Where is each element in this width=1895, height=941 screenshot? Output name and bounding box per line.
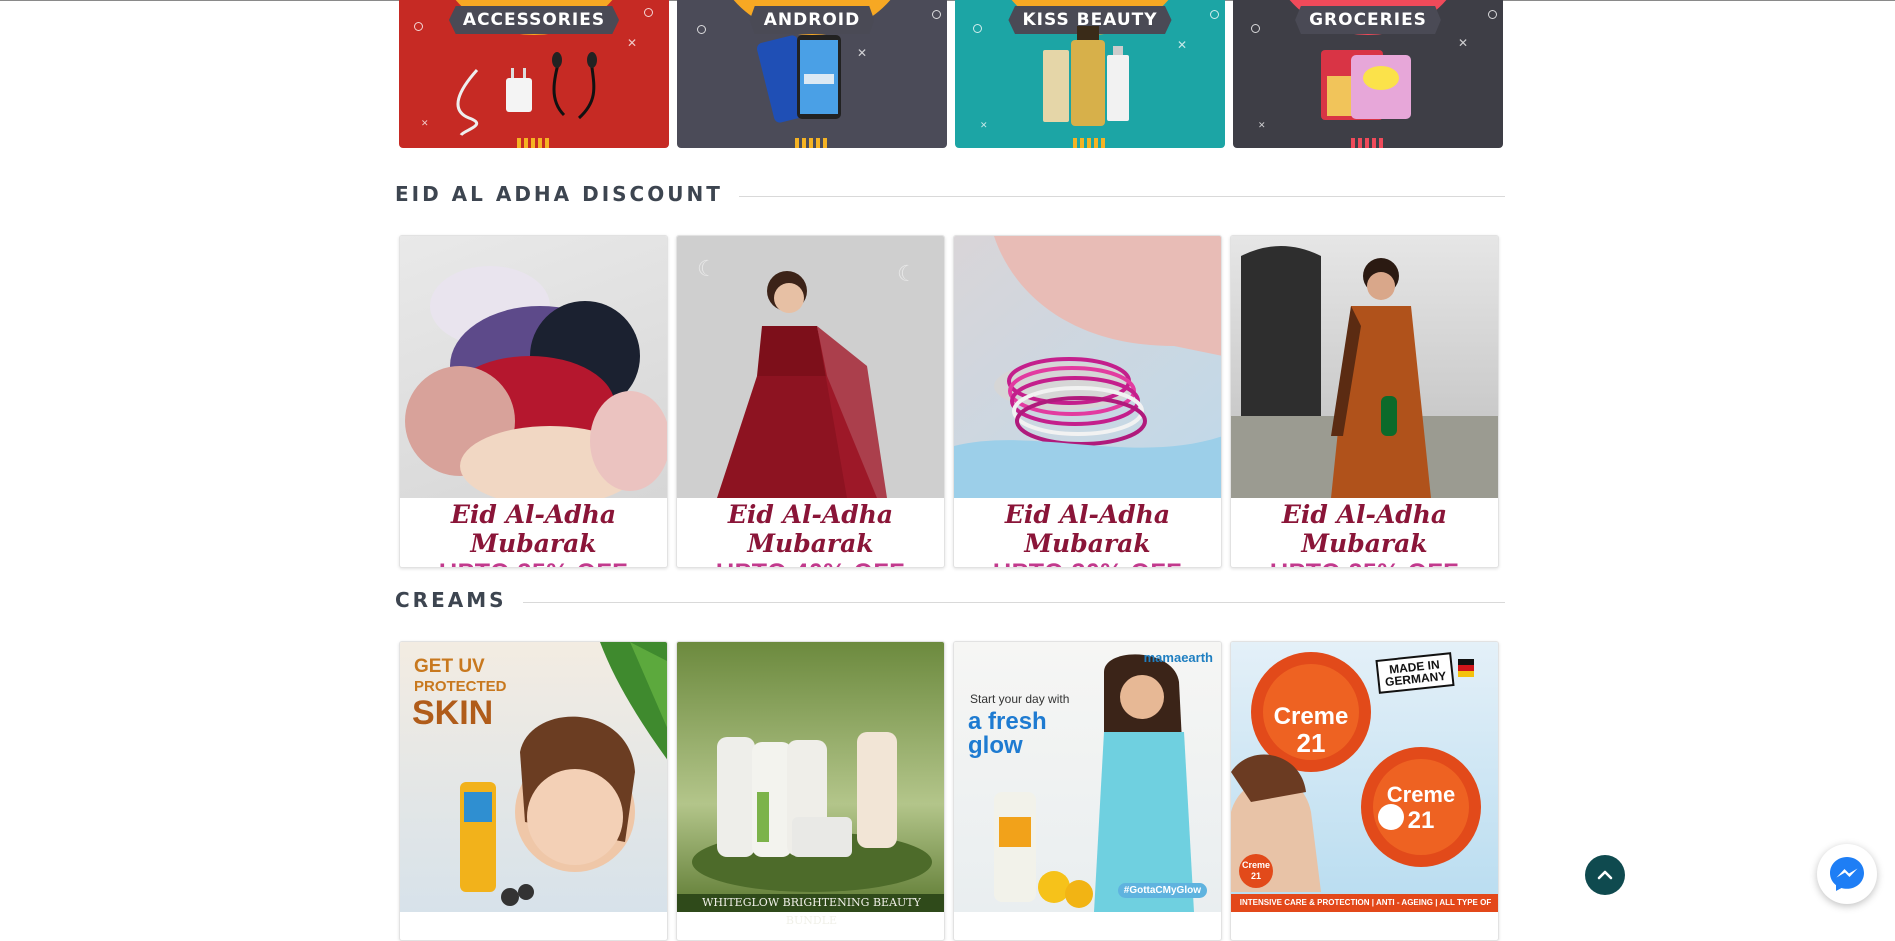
eid-greeting: Eid Al-Adha Mubarak [450,500,617,558]
category-tile-kiss-beauty[interactable]: ✕ ✕ KISS BEAUTY [955,0,1225,148]
promo-line: PROTECTED [414,678,507,695]
grocery-packs-image [1321,50,1411,120]
product-photo-lingerie [400,236,667,498]
cream-product-card[interactable]: WHITEGLOW BRIGHTENING BEAUTY BUNDLE [676,641,945,941]
category-banner-row: ✕ ✕ ACCESSORIES ✕ ANDROID ✕ ✕ KISS BEAUT… [399,0,1503,148]
eid-offer-card[interactable]: Eid Al-Adha Mubarak UPTO 30% OFF [953,235,1222,568]
section-header-eid: EID AL ADHA DISCOUNT [395,182,1505,206]
discount-label: UPTO 40% OFF [677,559,944,567]
category-tile-groceries[interactable]: ✕ ✕ GROCERIES [1233,0,1503,148]
hashtag: #GottaCMyGlow [1117,883,1207,898]
discount-label: UPTO 30% OFF [954,559,1221,567]
banner-stripes [517,138,551,148]
section-title: EID AL ADHA DISCOUNT [395,182,723,206]
banner-stripes [1073,138,1107,148]
eid-offer-card[interactable]: ☾ ☾ Eid Al-Adha Mubarak UPTO 40% OFF [676,235,945,568]
category-tile-accessories[interactable]: ✕ ✕ ACCESSORIES [399,0,669,148]
phones-image [756,35,841,123]
svg-text:Creme: Creme [1387,782,1455,807]
charger-earphones-image [456,52,597,137]
eid-greeting: Eid Al-Adha Mubarak [1004,500,1171,558]
eid-greeting: Eid Al-Adha Mubarak [727,500,894,558]
eid-product-row: Eid Al-Adha Mubarak UPTO 35% OFF ☾ ☾ Eid… [399,235,1499,568]
creams-product-row: GET UV PROTECTED SKIN WHITEGLOW BRIGHTEN… [399,641,1499,941]
cream-product-card[interactable]: Creme 21 Creme 21 MADE IN GERMANY Creme … [1230,641,1499,941]
promo-headline: glow [968,732,1023,759]
messenger-chat-button[interactable] [1817,844,1877,904]
eid-greeting: Eid Al-Adha Mubarak [1281,500,1448,558]
promo-headline: SKIN [412,694,494,732]
svg-text:☾: ☾ [697,256,717,281]
bundle-title: WHITEGLOW BRIGHTENING BEAUTY BUNDLE [677,894,944,927]
back-to-top-button[interactable] [1585,855,1625,895]
product-photo-bangles [954,236,1221,498]
messenger-icon [1830,857,1864,891]
section-divider [738,195,1505,197]
eid-offer-card[interactable]: Eid Al-Adha Mubarak UPTO 35% OFF [399,235,668,568]
discount-label: UPTO 35% OFF [400,559,667,567]
product-photo-creme21: Creme 21 Creme 21 MADE IN GERMANY Creme … [1231,642,1498,925]
product-photo-suit [1231,236,1498,498]
cream-product-card[interactable]: GET UV PROTECTED SKIN [399,641,668,941]
product-photo-lotus-bundle: WHITEGLOW BRIGHTENING BEAUTY BUNDLE [677,642,944,927]
section-title: CREAMS [395,588,507,612]
product-tagline: INTENSIVE CARE & PROTECTION | ANTI - AGE… [1231,894,1498,925]
brand-logo: mamaearth [1143,650,1213,665]
promo-line: GET UV [414,656,485,677]
banner-stripes [795,138,829,148]
product-photo-mamaearth: mamaearth Start your day with a fresh gl… [954,642,1221,912]
banner-stripes [1351,138,1385,148]
category-tile-android[interactable]: ✕ ANDROID [677,0,947,148]
eid-offer-card[interactable]: Eid Al-Adha Mubarak UPTO 25% OFF [1230,235,1499,568]
product-photo-sunscreen: GET UV PROTECTED SKIN [400,642,667,912]
chevron-up-icon [1597,870,1613,880]
beauty-products-image [1043,26,1129,126]
svg-text:21: 21 [1297,728,1326,758]
cream-product-card[interactable]: mamaearth Start your day with a fresh gl… [953,641,1222,941]
product-photo-lehenga: ☾ ☾ [677,236,944,498]
svg-text:Creme: Creme [1274,703,1349,730]
discount-label: UPTO 25% OFF [1231,559,1498,567]
svg-text:☾: ☾ [897,261,917,286]
section-divider [522,601,1505,603]
promo-line: Start your day with [970,692,1070,706]
svg-text:21: 21 [1408,807,1435,834]
brand-stamp: Creme 21 [1239,854,1273,888]
section-header-creams: CREAMS [395,588,1505,612]
